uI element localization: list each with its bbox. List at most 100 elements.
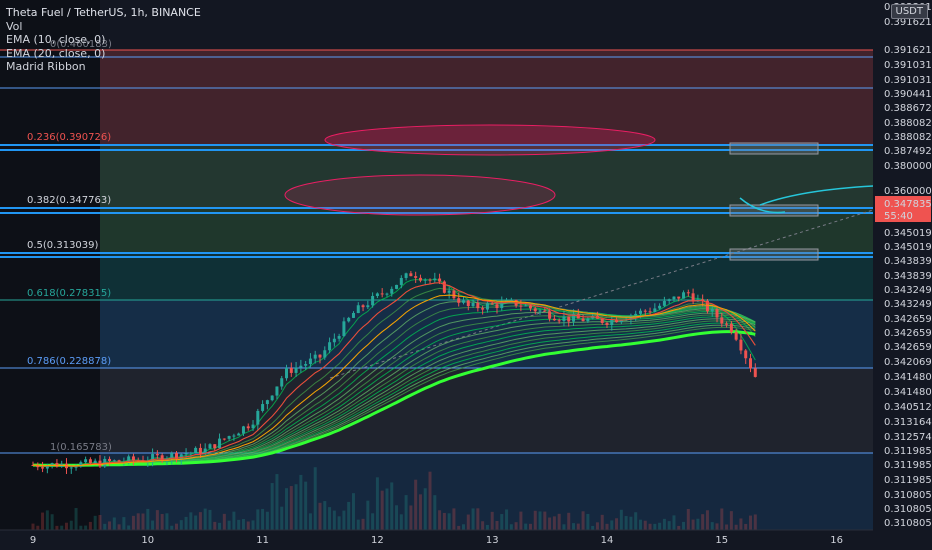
volume-bar-31 — [179, 520, 183, 530]
candle-body-109 — [552, 318, 556, 321]
candle-body-135 — [677, 296, 681, 299]
time-tick-12: 12 — [371, 535, 384, 546]
candle-body-62 — [328, 342, 332, 351]
volume-bar-96 — [490, 511, 494, 530]
currency-badge[interactable]: USDT — [890, 4, 928, 19]
volume-bar-3 — [45, 510, 49, 530]
target-box-3 — [729, 248, 819, 261]
volume-bar-21 — [131, 515, 135, 530]
volume-bar-6 — [60, 525, 64, 530]
candle-body-142 — [710, 309, 714, 312]
volume-bar-136 — [682, 521, 686, 530]
candle-body-68 — [356, 305, 360, 314]
volume-bar-72 — [375, 477, 379, 530]
price-tick-14: 0.345019 — [884, 242, 932, 253]
volume-bar-62 — [328, 507, 332, 530]
volume-bar-60 — [318, 502, 322, 530]
chart-canvas[interactable]: 0.236(0.390726) 0.382(0.347763) 0.5(0.3130… — [0, 0, 932, 550]
volume-bar-33 — [189, 512, 193, 530]
time-tick-15: 15 — [715, 535, 728, 546]
price-axis: 0.3923010.3916210.3916210.3910310.391031… — [873, 0, 932, 550]
candle-body-91 — [466, 300, 470, 307]
volume-bar-128 — [643, 520, 647, 530]
volume-bar-140 — [701, 514, 705, 530]
volume-bar-34 — [194, 515, 198, 530]
volume-bar-115 — [581, 511, 585, 530]
volume-bar-99 — [505, 509, 509, 530]
volume-bar-139 — [696, 518, 700, 530]
price-tick-22: 0.342069 — [884, 357, 932, 368]
volume-bar-86 — [442, 512, 446, 530]
candle-body-108 — [548, 311, 552, 319]
candle-body-76 — [395, 284, 399, 289]
candle-body-66 — [347, 317, 351, 322]
candle-body-9 — [74, 466, 78, 468]
fib-label-4: 0.786(0.228878) — [27, 356, 111, 367]
candle-body-48 — [261, 404, 265, 411]
candle-body-148 — [739, 339, 743, 351]
price-tick-16: 0.343839 — [884, 271, 932, 282]
price-tick-32: 0.310805 — [884, 504, 932, 515]
volume-bar-149 — [744, 523, 748, 530]
candle-body-121 — [610, 319, 614, 325]
candle-body-34 — [194, 447, 198, 453]
price-tick-10: 0.380000 — [884, 161, 932, 172]
candle-body-93 — [476, 302, 480, 309]
price-tick-20: 0.342659 — [884, 328, 932, 339]
candle-body-77 — [399, 277, 403, 285]
price-tick-23: 0.341480 — [884, 372, 932, 383]
volume-bar-148 — [739, 518, 743, 530]
candle-body-35 — [198, 447, 202, 454]
candle-body-110 — [557, 320, 561, 322]
volume-bar-38 — [213, 521, 217, 530]
volume-bar-144 — [720, 508, 724, 530]
legend-madrid-ribbon[interactable]: Madrid Ribbon — [6, 60, 201, 74]
volume-bar-17 — [112, 517, 116, 530]
candle-body-51 — [275, 386, 279, 396]
legend-ema-20[interactable]: EMA (20, close, 0) — [6, 47, 201, 61]
candle-body-37 — [208, 444, 212, 449]
symbol-title[interactable]: Theta Fuel / TetherUS, 1h, BINANCE — [6, 6, 201, 20]
candle-body-134 — [672, 296, 676, 300]
volume-bar-117 — [591, 525, 595, 530]
volume-bar-26 — [155, 510, 159, 530]
volume-bar-110 — [557, 513, 561, 530]
price-tick-13: 0.345019 — [884, 228, 932, 239]
volume-bar-132 — [662, 518, 666, 530]
candle-body-67 — [351, 313, 355, 318]
volume-bar-15 — [103, 523, 107, 530]
volume-bar-150 — [749, 515, 752, 530]
legend-vol[interactable]: Vol — [6, 20, 201, 34]
candle-body-74 — [385, 293, 389, 295]
volume-bar-20 — [127, 525, 131, 530]
volume-bar-5 — [55, 525, 59, 530]
volume-bar-127 — [638, 519, 642, 530]
candle-body-26 — [155, 454, 159, 456]
volume-bar-129 — [648, 523, 652, 530]
candle-body-104 — [528, 305, 532, 309]
candle-body-60 — [318, 354, 322, 358]
candle-body-88 — [452, 290, 456, 299]
candle-body-81 — [418, 277, 422, 281]
volume-bar-4 — [50, 514, 54, 530]
legend-ema-10[interactable]: EMA (10, close, 0) — [6, 33, 201, 47]
volume-bar-57 — [304, 481, 308, 530]
candle-body-57 — [304, 364, 308, 366]
candle-body-32 — [184, 453, 188, 455]
volume-bar-37 — [208, 509, 212, 530]
volume-bar-2 — [41, 512, 45, 530]
candle-body-63 — [332, 338, 336, 343]
candle-body-107 — [543, 310, 547, 312]
volume-bar-0 — [31, 523, 35, 530]
candle-body-130 — [653, 308, 657, 312]
volume-bar-29 — [170, 525, 174, 530]
volume-bar-134 — [672, 515, 676, 530]
candle-body-115 — [581, 318, 585, 322]
candle-body-39 — [218, 438, 222, 449]
candle-body-89 — [457, 298, 461, 303]
candle-body-50 — [270, 395, 274, 401]
candle-body-31 — [179, 454, 183, 459]
volume-bar-22 — [136, 513, 140, 530]
price-tick-2: 0.391621 — [884, 45, 932, 56]
volume-bar-28 — [165, 513, 169, 530]
